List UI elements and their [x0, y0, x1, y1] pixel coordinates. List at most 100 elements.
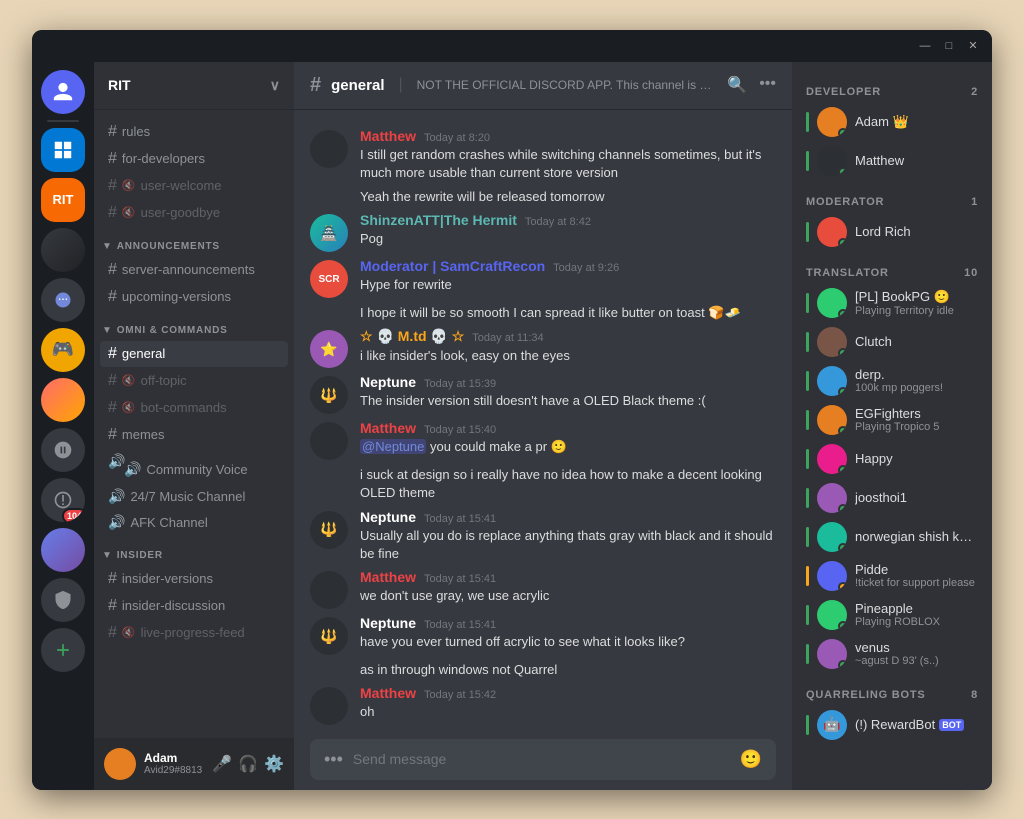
server-divider	[47, 120, 79, 122]
chat-input-area: ••• 🙂	[294, 729, 792, 790]
server-icon-4[interactable]	[41, 378, 85, 422]
member-egfighters[interactable]: EGFighters Playing Tropico 5	[798, 401, 986, 439]
message-text: have you ever turned off acrylic to see …	[360, 633, 776, 651]
channel-item-user-welcome[interactable]: # 🔇 user-welcome	[100, 173, 288, 199]
member-norwegian[interactable]: norwegian shish keba	[798, 518, 986, 556]
message-text: Pog	[360, 230, 776, 248]
minimize-button[interactable]: —	[918, 39, 932, 53]
bot-badge: BOT	[939, 719, 964, 731]
message-timestamp: Today at 15:39	[424, 378, 496, 390]
server-name-header[interactable]: RIT ∨	[94, 62, 294, 110]
more-icon[interactable]: •••	[759, 75, 776, 95]
channel-name: user-goodbye	[141, 205, 280, 220]
channel-item-rules[interactable]: # rules	[100, 119, 288, 145]
channel-name-community-voice: Community Voice	[146, 462, 286, 477]
server-icon-2[interactable]	[41, 278, 85, 322]
member-avatar	[817, 639, 847, 669]
member-status: !ticket for support please	[855, 577, 978, 589]
channel-item-memes[interactable]: # memes	[100, 422, 288, 448]
member-pineapple[interactable]: Pineapple Playing ROBLOX	[798, 596, 986, 634]
status-indicator	[838, 128, 847, 137]
message-content: Neptune Today at 15:39 The insider versi…	[360, 374, 776, 414]
member-name: Lord Rich	[855, 224, 978, 239]
server-label-rit: RIT	[53, 192, 74, 207]
member-adam[interactable]: Adam 👑	[798, 103, 986, 141]
member-pidde[interactable]: Pidde !ticket for support please	[798, 557, 986, 595]
server-icon-rit[interactable]: RIT	[41, 178, 85, 222]
message-input[interactable]	[353, 751, 730, 767]
server-icon-3[interactable]: 🎮	[41, 328, 85, 372]
chat-input-wrapper: ••• 🙂	[310, 739, 776, 780]
channel-item-insider-versions[interactable]: # insider-versions	[100, 566, 288, 592]
channel-item-for-developers[interactable]: # for-developers	[100, 146, 288, 172]
online-indicator	[806, 410, 809, 430]
message-author: Matthew	[360, 128, 416, 144]
status-indicator	[838, 660, 847, 669]
channel-topic: NOT THE OFFICIAL DISCORD APP. This chann…	[417, 78, 718, 92]
online-indicator	[806, 112, 809, 132]
channel-item-insider-discussion[interactable]: # insider-discussion	[100, 593, 288, 619]
member-bookpg[interactable]: [PL] BookPG 🙂 Playing Territory idle	[798, 284, 986, 322]
server-icon-5[interactable]	[41, 428, 85, 472]
message-timestamp: Today at 9:26	[553, 262, 619, 274]
mic-icon[interactable]: 🎤	[212, 754, 232, 774]
member-name: EGFighters	[855, 406, 978, 421]
channel-item-music[interactable]: 🔊 24/7 Music Channel	[100, 484, 288, 509]
channel-item-upcoming-versions[interactable]: # upcoming-versions	[100, 284, 288, 310]
settings-icon[interactable]: ⚙️	[264, 754, 284, 774]
channel-item-community-voice-main[interactable]: 🔊 Community Voice	[116, 457, 294, 482]
channel-item-user-goodbye[interactable]: # 🔇 user-goodbye	[100, 200, 288, 226]
message-avatar: ⭐	[310, 330, 348, 368]
headphone-icon[interactable]: 🎧	[238, 754, 258, 774]
server-icon-6[interactable]: 104	[41, 478, 85, 522]
member-derp[interactable]: derp. 100k mp poggers!	[798, 362, 986, 400]
member-happy[interactable]: Happy	[798, 440, 986, 478]
status-indicator	[838, 309, 847, 318]
emoji-icon[interactable]: 🙂	[740, 749, 762, 770]
server-icon-7[interactable]	[41, 528, 85, 572]
online-indicator	[806, 715, 809, 735]
status-indicator	[838, 348, 847, 357]
message-content: ShinzenATT|The Hermit Today at 8:42 Pog	[360, 212, 776, 252]
channel-list: # rules # for-developers # 🔇 user-welcom…	[94, 110, 294, 738]
server-icon-add[interactable]	[41, 628, 85, 672]
member-joosthoi1[interactable]: joosthoi1	[798, 479, 986, 517]
member-status: Playing Territory idle	[855, 305, 978, 317]
channel-item-bot-commands[interactable]: # 🔇 bot-commands	[100, 395, 288, 421]
channel-item-afk[interactable]: 🔊 AFK Channel	[100, 510, 288, 535]
search-icon[interactable]: 🔍	[727, 75, 747, 95]
server-icon-1[interactable]	[41, 228, 85, 272]
message-content: Neptune Today at 15:41 have you ever tur…	[360, 615, 776, 655]
user-icon[interactable]	[41, 70, 85, 114]
member-name: Pidde	[855, 562, 978, 577]
member-venus[interactable]: venus ~agust D 93' (s..)	[798, 635, 986, 673]
category-count: 10	[964, 267, 978, 279]
channel-item-off-topic[interactable]: # 🔇 off-topic	[100, 368, 288, 394]
channel-item-live-progress[interactable]: # 🔇 live-progress-feed	[100, 620, 288, 646]
member-info: EGFighters Playing Tropico 5	[855, 406, 978, 433]
hash-icon: #	[108, 288, 117, 306]
channel-item-server-announcements[interactable]: # server-announcements	[100, 257, 288, 283]
member-rewardbot[interactable]: 🤖 (!) RewardBot BOT	[798, 706, 986, 744]
channel-item-general[interactable]: # general	[100, 341, 288, 367]
hash-icon: #	[108, 261, 117, 279]
member-lord-rich[interactable]: Lord Rich	[798, 213, 986, 251]
message-1: Matthew Today at 8:20 I still get random…	[294, 126, 792, 184]
channel-name: general	[122, 346, 280, 361]
channel-name: live-progress-feed	[141, 625, 280, 640]
member-matthew[interactable]: Matthew	[798, 142, 986, 180]
online-indicator	[806, 605, 809, 625]
message-text: The insider version still doesn't have a…	[360, 392, 776, 410]
message-content: Yeah the rewrite will be released tomorr…	[360, 188, 776, 206]
messages-area: Matthew Today at 8:20 I still get random…	[294, 110, 792, 729]
message-content: Matthew Today at 8:20 I still get random…	[360, 128, 776, 182]
server-icon-windows[interactable]	[41, 128, 85, 172]
member-avatar	[817, 600, 847, 630]
message-spacer	[310, 466, 348, 502]
category-label: Developer	[806, 86, 881, 98]
close-button[interactable]: ✕	[966, 39, 980, 53]
channel-hash-icon: #	[310, 74, 321, 97]
server-icon-8[interactable]	[41, 578, 85, 622]
member-clutch[interactable]: Clutch	[798, 323, 986, 361]
maximize-button[interactable]: □	[942, 39, 956, 53]
